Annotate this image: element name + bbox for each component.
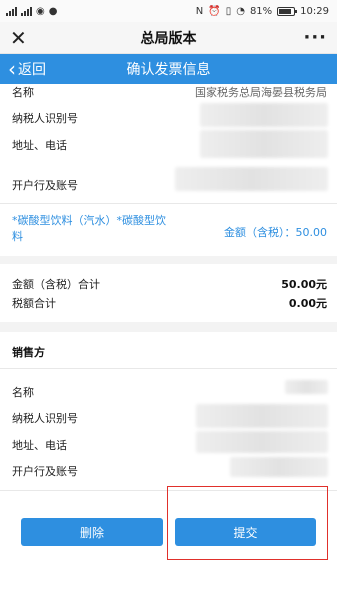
status-bar-left: ◉ ● bbox=[6, 6, 57, 17]
redacted-value bbox=[230, 457, 328, 477]
total-amount-label: 金额（含税）合计 bbox=[12, 278, 100, 291]
buyer-bank-label: 开户行及账号 bbox=[12, 179, 78, 192]
section-gap bbox=[0, 322, 337, 332]
chat-icon: ● bbox=[48, 5, 58, 17]
seller-name-label: 名称 bbox=[12, 386, 34, 399]
redacted-value bbox=[196, 431, 328, 453]
total-amount-value: 50.00元 bbox=[281, 278, 327, 291]
signal-icon bbox=[6, 6, 17, 16]
nav-bar: ‹ 返回 确认发票信息 bbox=[0, 54, 337, 84]
redacted-value bbox=[285, 380, 328, 394]
more-options-icon[interactable]: ··· bbox=[303, 27, 327, 48]
eye-icon: ◉ bbox=[36, 5, 45, 17]
page-title: 确认发票信息 bbox=[126, 62, 211, 78]
chevron-left-icon: ‹ bbox=[8, 57, 16, 81]
back-label: 返回 bbox=[18, 62, 46, 78]
clock: 10:29 bbox=[300, 5, 329, 17]
window-title: 总局版本 bbox=[140, 30, 197, 47]
redacted-value bbox=[196, 404, 328, 428]
buyer-name-value: 国家税务总局海晏县税务局 bbox=[195, 86, 327, 99]
highlight-box bbox=[167, 486, 328, 560]
battery-icon bbox=[277, 6, 298, 16]
product-name: *碳酸型饮料（汽水）*碳酸型饮料 bbox=[12, 214, 166, 243]
item-amount: 金额（含税）：50.00 bbox=[224, 226, 327, 239]
vibrate-icon: ▯ bbox=[225, 5, 232, 17]
seller-bank-label: 开户行及账号 bbox=[12, 465, 78, 478]
wifi-icon: ◔ bbox=[236, 5, 245, 17]
redacted-value bbox=[175, 167, 328, 191]
status-bar: ◉ ● N ⏰ ▯ ◔ 81% 10:29 bbox=[0, 0, 337, 22]
buyer-tax-id-label: 纳税人识别号 bbox=[12, 112, 78, 125]
redacted-value bbox=[200, 130, 328, 158]
title-bar: ✕ 总局版本 ··· bbox=[0, 22, 337, 54]
section-gap bbox=[0, 256, 337, 264]
divider bbox=[0, 203, 337, 204]
total-tax-label: 税额合计 bbox=[12, 297, 56, 310]
status-bar-right: N ⏰ ▯ ◔ 81% 10:29 bbox=[196, 6, 329, 17]
seller-tax-id-label: 纳税人识别号 bbox=[12, 412, 78, 425]
nfc-icon: N bbox=[195, 5, 204, 17]
battery-percent: 81% bbox=[249, 5, 273, 17]
signal-icon-2 bbox=[21, 6, 32, 16]
buyer-address-label: 地址、电话 bbox=[12, 139, 67, 152]
buyer-name-label: 名称 bbox=[12, 86, 34, 99]
alarm-icon: ⏰ bbox=[208, 5, 221, 17]
total-tax-value: 0.00元 bbox=[288, 297, 327, 310]
seller-address-label: 地址、电话 bbox=[12, 439, 67, 452]
seller-section-title: 销售方 bbox=[12, 346, 45, 359]
redacted-value bbox=[200, 103, 328, 127]
divider bbox=[0, 368, 337, 369]
delete-button[interactable]: 删除 bbox=[21, 518, 163, 546]
back-button[interactable]: ‹ 返回 bbox=[0, 59, 46, 79]
close-icon[interactable]: ✕ bbox=[10, 28, 34, 48]
